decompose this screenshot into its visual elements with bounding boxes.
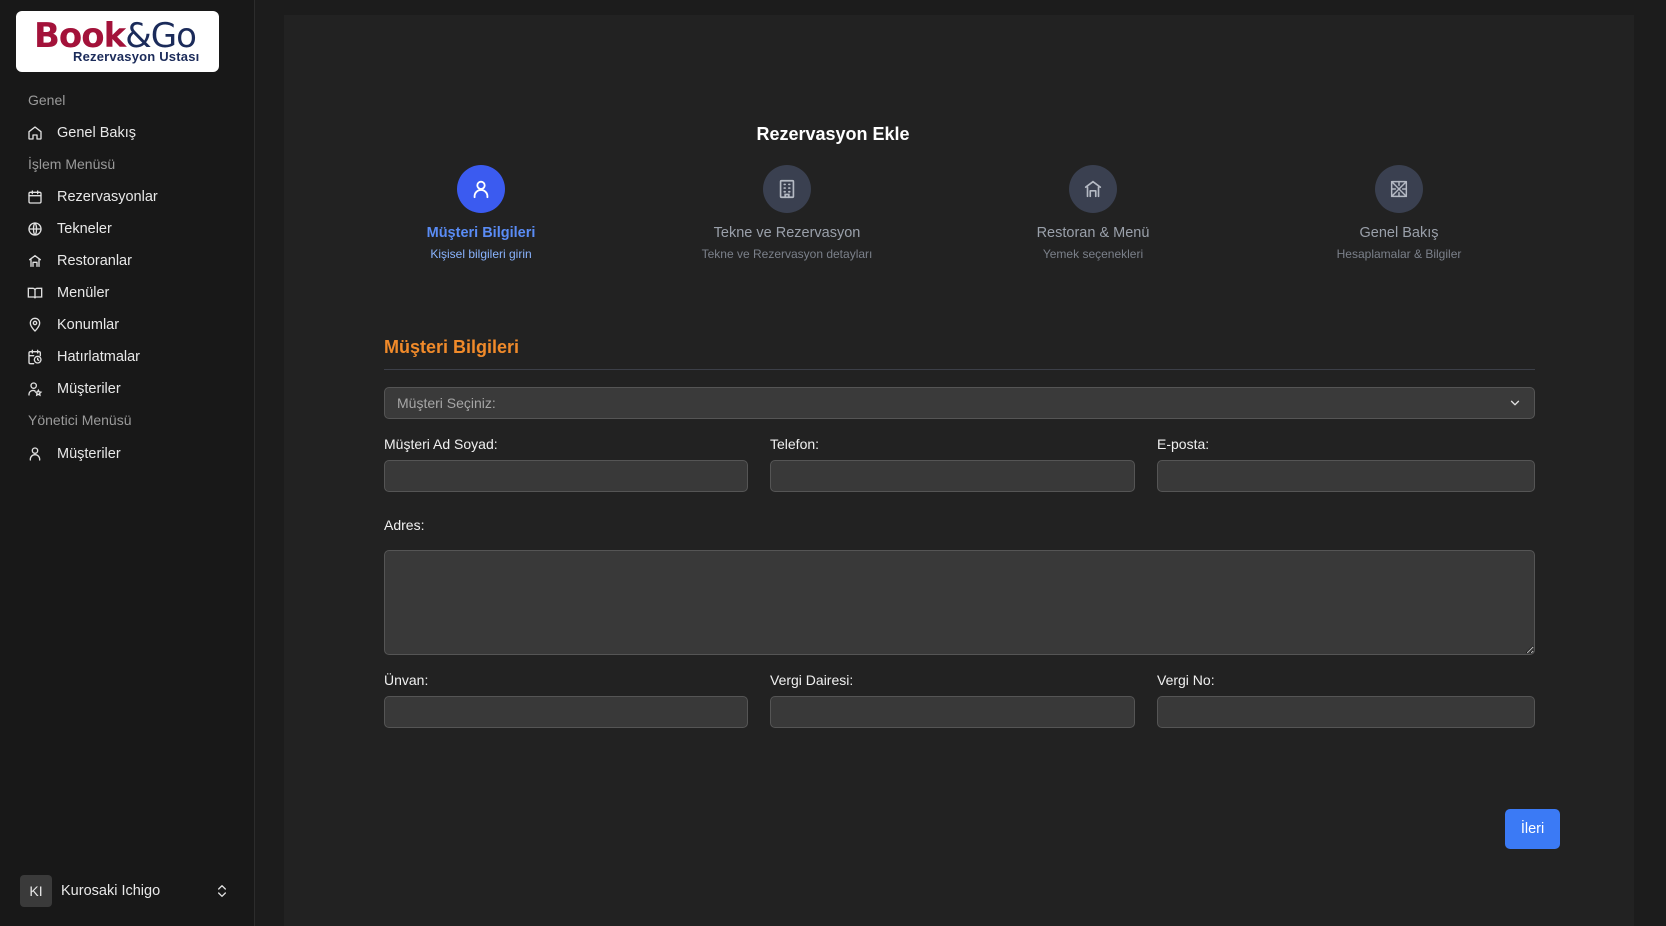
section-title-genel: Genel xyxy=(28,92,66,108)
sidebar-item-restoranlar[interactable]: Restoranlar xyxy=(26,248,236,274)
sidebar-item-label: Menüler xyxy=(57,285,110,301)
sidebar-item-tekneler[interactable]: Tekneler xyxy=(26,216,236,242)
name-label: Müşteri Ad Soyad: xyxy=(384,436,498,452)
address-field[interactable] xyxy=(384,550,1535,655)
name-field[interactable] xyxy=(384,460,748,492)
book-open-icon xyxy=(26,284,44,302)
calendar-clock-icon xyxy=(26,348,44,366)
logo-tagline: Rezervasyon Ustası xyxy=(73,49,200,64)
calendar-icon xyxy=(26,188,44,206)
restaurant-icon xyxy=(1084,180,1102,198)
step-genel-bakis[interactable]: Genel Bakış Hesaplamalar & Bilgiler xyxy=(1279,165,1519,261)
step-title: Genel Bakış xyxy=(1359,225,1439,241)
tax-no-label: Vergi No: xyxy=(1157,672,1215,688)
logo[interactable]: Book&Go Rezervasyon Ustası xyxy=(16,11,219,72)
sidebar-item-admin-musteriler[interactable]: Müşteriler xyxy=(26,441,236,467)
customer-select[interactable]: Müşteri Seçiniz: xyxy=(384,387,1535,419)
step-subtitle: Hesaplamalar & Bilgiler xyxy=(1336,247,1462,261)
step-circle xyxy=(457,165,505,213)
step-subtitle: Yemek seçenekleri xyxy=(1042,247,1144,261)
sidebar-item-hatirlatmalar[interactable]: Hatırlatmalar xyxy=(26,344,236,370)
phone-field[interactable] xyxy=(770,460,1135,492)
sidebar-item-menuler[interactable]: Menüler xyxy=(26,280,236,306)
sidebar-item-label: Müşteriler xyxy=(57,381,121,397)
sidebar-item-musteriler[interactable]: Müşteriler xyxy=(26,376,236,402)
tax-office-label: Vergi Dairesi: xyxy=(770,672,854,688)
user-icon xyxy=(473,180,489,199)
user-star-icon xyxy=(26,380,44,398)
step-musteri-bilgileri[interactable]: Müşteri Bilgileri Kişisel bilgileri giri… xyxy=(361,165,601,261)
step-subtitle: Tekne ve Rezervasyon detayları xyxy=(701,247,873,261)
sidebar-item-label: Restoranlar xyxy=(57,253,132,269)
ship-icon xyxy=(26,220,44,238)
chevron-down-icon xyxy=(1510,400,1520,406)
user-name: Kurosaki Ichigo xyxy=(61,883,161,899)
building-icon xyxy=(779,179,795,199)
title-field[interactable] xyxy=(384,696,748,728)
next-button[interactable]: İleri xyxy=(1505,809,1560,849)
sidebar-item-label: Konumlar xyxy=(57,317,120,333)
form-heading: Müşteri Bilgileri xyxy=(384,337,520,357)
page-title: Rezervasyon Ekle xyxy=(756,124,910,144)
tax-no-field[interactable] xyxy=(1157,696,1535,728)
step-circle xyxy=(1375,165,1423,213)
grid-icon xyxy=(1390,180,1408,198)
step-tekne-rezervasyon[interactable]: Tekne ve Rezervasyon Tekne ve Rezervasyo… xyxy=(667,165,907,261)
email-label: E-posta: xyxy=(1157,436,1210,452)
customer-select-placeholder: Müşteri Seçiniz: xyxy=(397,395,496,411)
step-subtitle: Kişisel bilgileri girin xyxy=(430,247,532,261)
sidebar-item-konumlar[interactable]: Konumlar xyxy=(26,312,236,338)
title-label: Ünvan: xyxy=(384,672,429,688)
step-title: Müşteri Bilgileri xyxy=(426,225,536,241)
chevrons-up-down-icon xyxy=(218,885,226,897)
user-icon xyxy=(26,445,44,463)
step-restoran-menu[interactable]: Restoran & Menü Yemek seçenekleri xyxy=(973,165,1213,261)
phone-label: Telefon: xyxy=(770,436,820,452)
user-menu[interactable]: KI Kurosaki Ichigo xyxy=(20,874,230,908)
step-circle xyxy=(1069,165,1117,213)
address-label: Adres: xyxy=(384,517,425,533)
step-title: Tekne ve Rezervasyon xyxy=(713,225,861,241)
avatar: KI xyxy=(20,875,52,907)
section-title-yonetici: Yönetici Menüsü xyxy=(28,412,132,428)
sidebar-item-rezervasyonlar[interactable]: Rezervasyonlar xyxy=(26,184,236,210)
restaurant-icon xyxy=(26,252,44,270)
divider xyxy=(384,369,1535,370)
step-circle xyxy=(763,165,811,213)
section-title-islem: İşlem Menüsü xyxy=(28,156,116,172)
sidebar-item-label: Tekneler xyxy=(57,221,112,237)
step-title: Restoran & Menü xyxy=(1036,225,1150,241)
map-pin-icon xyxy=(26,316,44,334)
sidebar-item-label: Hatırlatmalar xyxy=(57,349,140,365)
sidebar-item-label: Rezervasyonlar xyxy=(57,189,158,205)
email-field[interactable] xyxy=(1157,460,1535,492)
tax-office-field[interactable] xyxy=(770,696,1135,728)
sidebar-item-label: Müşteriler xyxy=(57,446,121,462)
